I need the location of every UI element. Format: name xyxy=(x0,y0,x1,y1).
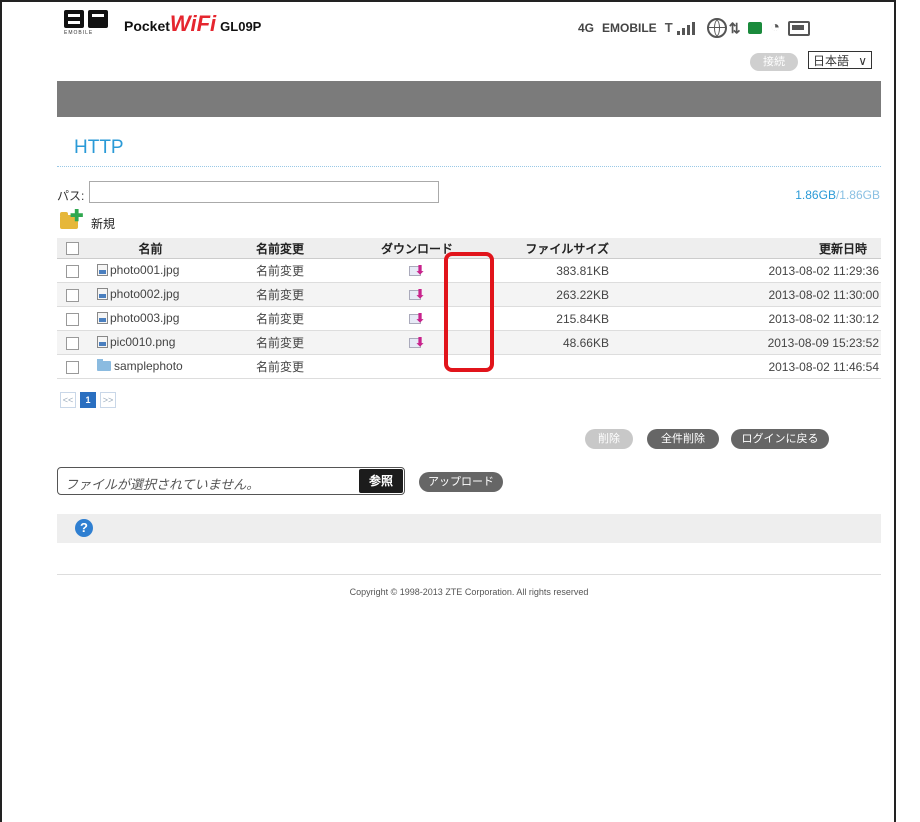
file-name: photo001.jpg xyxy=(110,262,180,277)
model-name: GL09P xyxy=(220,19,262,34)
browse-button[interactable]: 参照 xyxy=(359,469,403,493)
download-icon[interactable]: ⬇ xyxy=(409,336,425,350)
upload-button[interactable]: アップロード xyxy=(419,472,503,492)
file-link[interactable]: photo003.jpg xyxy=(97,311,179,325)
status-bar: 4G EMOBILE T ⇅ ◔ xyxy=(578,18,811,38)
title-divider xyxy=(57,166,881,167)
brand-pocket: Pocket xyxy=(124,18,170,34)
page-title: HTTP xyxy=(74,137,124,158)
file-date: 2013-08-02 11:29:36 xyxy=(642,258,881,283)
file-size: 215.84KB xyxy=(492,306,642,331)
language-value: 日本語 xyxy=(813,54,850,68)
network-type: 4G xyxy=(578,21,595,35)
next-page-button[interactable]: >> xyxy=(100,392,116,408)
storage-total: 1.86GB xyxy=(839,188,880,202)
emobile-logo: EMOBILE xyxy=(64,10,110,36)
pagination: << 1 >> xyxy=(60,392,116,408)
column-header-rename: 名前変更 xyxy=(218,238,342,259)
row-checkbox[interactable] xyxy=(66,312,79,326)
folder-icon xyxy=(97,359,111,371)
select-all-checkbox[interactable] xyxy=(66,242,79,256)
column-header-name: 名前 xyxy=(83,238,218,259)
row-checkbox[interactable] xyxy=(66,336,79,350)
folder-link[interactable]: samplephoto xyxy=(97,359,183,373)
file-name: photo003.jpg xyxy=(110,310,180,325)
rename-link[interactable]: 名前変更 xyxy=(218,354,342,379)
delete-all-button[interactable]: 全件削除 xyxy=(647,429,719,449)
file-date: 2013-08-09 15:23:52 xyxy=(642,330,881,355)
rename-link[interactable]: 名前変更 xyxy=(218,306,342,331)
path-label: パス: xyxy=(57,189,85,203)
storage-used: 1.86GB xyxy=(795,188,836,202)
rename-link[interactable]: 名前変更 xyxy=(218,258,342,283)
rename-link[interactable]: 名前変更 xyxy=(218,282,342,307)
file-date: 2013-08-02 11:30:12 xyxy=(642,306,881,331)
chevron-down-icon: ∨ xyxy=(858,54,867,68)
language-select[interactable]: 日本語 ∨ xyxy=(808,51,872,69)
logo-sub-text: EMOBILE xyxy=(64,30,94,36)
delete-button[interactable]: 削除 xyxy=(585,429,633,449)
data-transfer-icon: ⇅ xyxy=(728,19,741,36)
file-size: 48.66KB xyxy=(492,330,642,355)
help-icon[interactable]: ? xyxy=(75,519,93,537)
brand-wifi: WiFi xyxy=(169,11,217,36)
page-1-button[interactable]: 1 xyxy=(80,392,96,408)
download-column-highlight xyxy=(444,252,494,372)
navigation-bar xyxy=(57,81,881,117)
rename-link[interactable]: 名前変更 xyxy=(218,330,342,355)
carrier-name: EMOBILE xyxy=(602,21,657,35)
prev-page-button[interactable]: << xyxy=(60,392,76,408)
row-checkbox[interactable] xyxy=(66,264,79,278)
file-link[interactable]: photo001.jpg xyxy=(97,263,179,277)
file-name: pic0010.png xyxy=(110,334,176,349)
file-size: 263.22KB xyxy=(492,282,642,307)
copyright-text: Copyright © 1998-2013 ZTE Corporation. A… xyxy=(349,587,589,597)
image-file-icon xyxy=(97,311,108,324)
path-input[interactable] xyxy=(89,181,439,203)
window-frame-top xyxy=(0,0,896,2)
window-frame-right xyxy=(894,0,896,822)
file-date: 2013-08-02 11:30:00 xyxy=(642,282,881,307)
storage-usage: 1.86GB/1.86GB xyxy=(790,188,880,202)
footer-divider xyxy=(57,574,881,575)
download-icon[interactable]: ⬇ xyxy=(409,264,425,278)
column-header-size: ファイルサイズ xyxy=(492,238,642,259)
battery-icon xyxy=(788,20,811,36)
row-checkbox[interactable] xyxy=(66,360,79,374)
window-frame-left xyxy=(0,0,2,822)
new-folder-icon[interactable]: ✚ xyxy=(60,209,83,229)
brand-logo: PocketWiFi GL09P xyxy=(124,11,261,37)
image-file-icon xyxy=(97,335,108,348)
row-checkbox[interactable] xyxy=(66,288,79,302)
new-folder-label[interactable]: 新規 xyxy=(91,215,115,232)
connect-button[interactable]: 接続 xyxy=(750,53,798,71)
image-file-icon xyxy=(97,287,108,300)
wifi-clients-icon: ◔ xyxy=(770,19,781,36)
file-link[interactable]: photo002.jpg xyxy=(97,287,179,301)
file-size: 383.81KB xyxy=(492,258,642,283)
sms-icon xyxy=(748,22,763,34)
download-icon[interactable]: ⬇ xyxy=(409,288,425,302)
folder-name: samplephoto xyxy=(114,359,183,373)
file-link[interactable]: pic0010.png xyxy=(97,335,175,349)
download-icon[interactable]: ⬇ xyxy=(409,312,425,326)
back-to-login-button[interactable]: ログインに戻る xyxy=(731,429,829,449)
file-select-placeholder: ファイルが選択されていません。 xyxy=(65,477,260,492)
signal-strength-icon: T xyxy=(665,20,699,36)
file-name: photo002.jpg xyxy=(110,286,180,301)
file-size xyxy=(492,354,642,379)
column-header-modified: 更新日時 xyxy=(642,238,881,259)
image-file-icon xyxy=(97,263,108,276)
file-date: 2013-08-02 11:46:54 xyxy=(642,354,881,379)
help-bar xyxy=(57,514,881,543)
internet-globe-icon xyxy=(706,18,727,38)
